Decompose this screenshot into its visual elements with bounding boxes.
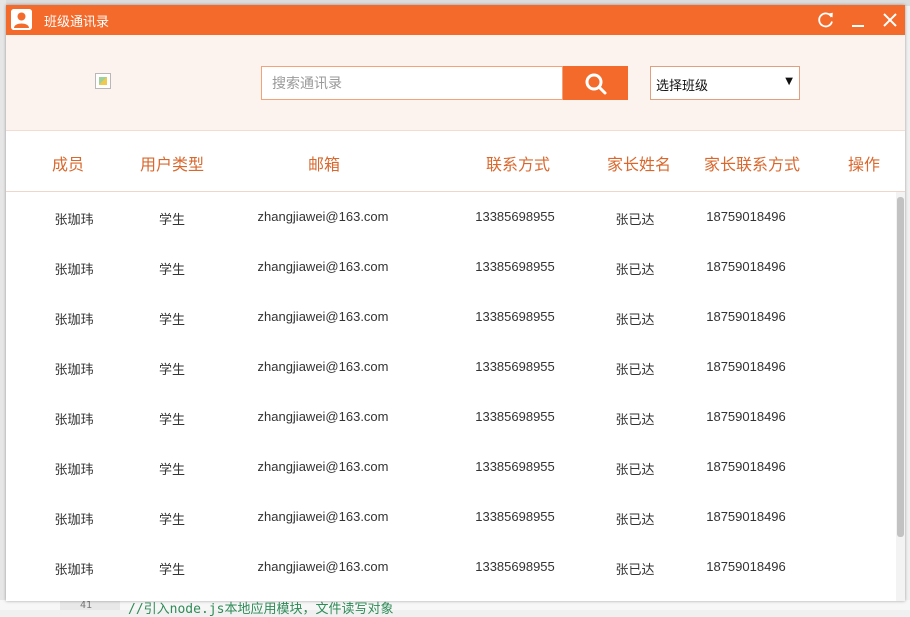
cell-email: zhangjiawei@163.com [257,409,389,424]
cell-contact: 13385698955 [475,559,555,574]
search-button[interactable] [563,66,628,100]
address-book-window: 班级通讯录 选择班级 ▼ [6,5,905,601]
cell-user-type: 学生 [158,312,186,327]
cell-contact: 13385698955 [475,209,555,224]
search-icon [585,73,607,95]
cell-member: 张珈玮 [54,562,94,577]
cell-email: zhangjiawei@163.com [257,209,389,224]
cell-user-type: 学生 [158,512,186,527]
cell-email: zhangjiawei@163.com [257,509,389,524]
cell-email: zhangjiawei@163.com [257,559,389,574]
table-header: 成员 用户类型 邮箱 联系方式 家长姓名 家长联系方式 操作 [6,131,905,192]
cell-parent-name: 张已达 [615,512,655,527]
cell-parent-contact: 18759018496 [706,359,786,374]
column-user-type: 用户类型 [139,155,205,174]
table-row[interactable]: 张珈玮 学生 zhangjiawei@163.com 13385698955 张… [6,392,896,442]
table-body: 张珈玮 学生 zhangjiawei@163.com 13385698955 张… [6,192,896,601]
class-select[interactable]: 选择班级 ▼ [650,66,800,100]
cell-contact: 13385698955 [475,509,555,524]
cell-parent-name: 张已达 [615,212,655,227]
cell-user-type: 学生 [158,562,186,577]
cell-member: 张珈玮 [54,262,94,277]
table-row[interactable]: 张珈玮 学生 zhangjiawei@163.com 13385698955 张… [6,192,896,242]
column-member: 成员 [51,155,85,174]
close-icon [883,13,897,27]
cell-email: zhangjiawei@163.com [257,309,389,324]
search-input[interactable] [261,66,563,100]
title-bar[interactable]: 班级通讯录 [6,5,905,35]
cell-parent-name: 张已达 [615,462,655,477]
minimize-icon [852,25,864,27]
cell-user-type: 学生 [158,412,186,427]
column-email: 邮箱 [307,155,341,174]
cell-contact: 13385698955 [475,259,555,274]
refresh-icon [818,12,833,28]
refresh-button[interactable] [815,9,837,31]
table-row[interactable]: 张珈玮 学生 zhangjiawei@163.com 13385698955 张… [6,442,896,492]
broken-image-icon [95,73,111,89]
cell-parent-name: 张已达 [615,562,655,577]
scrollbar-thumb[interactable] [897,197,904,537]
cell-user-type: 学生 [158,212,186,227]
table-row[interactable]: 张珈玮 学生 zhangjiawei@163.com 13385698955 张… [6,542,896,592]
table-row[interactable]: 张珈玮 学生 zhangjiawei@163.com 13385698955 张… [6,292,896,342]
cell-parent-contact: 18759018496 [706,409,786,424]
cell-parent-contact: 18759018496 [706,509,786,524]
cell-member: 张珈玮 [54,512,94,527]
window-title: 班级通讯录 [44,15,110,30]
cell-user-type: 学生 [158,462,186,477]
column-parent-contact: 家长联系方式 [703,155,801,174]
cell-email: zhangjiawei@163.com [257,359,389,374]
cell-parent-contact: 18759018496 [706,309,786,324]
cell-member: 张珈玮 [54,412,94,427]
cell-parent-contact: 18759018496 [706,259,786,274]
search-header: 选择班级 ▼ [6,35,905,131]
close-button[interactable] [879,9,901,31]
cell-contact: 13385698955 [475,459,555,474]
cell-member: 张珈玮 [54,312,94,327]
editor-line-number: 41 [80,600,93,611]
vertical-scrollbar[interactable] [896,192,905,601]
column-actions: 操作 [847,155,881,174]
cell-parent-name: 张已达 [615,412,655,427]
cell-parent-name: 张已达 [615,312,655,327]
cell-member: 张珈玮 [54,362,94,377]
column-contact: 联系方式 [485,155,551,174]
cell-parent-contact: 18759018496 [706,559,786,574]
cell-user-type: 学生 [158,362,186,377]
cell-parent-name: 张已达 [615,262,655,277]
cell-member: 张珈玮 [54,212,94,227]
cell-parent-contact: 18759018496 [706,209,786,224]
column-parent-name: 家长姓名 [606,155,672,174]
table-row[interactable]: 张珈玮 学生 zhangjiawei@163.com 13385698955 张… [6,492,896,542]
chevron-down-icon: ▼ [785,76,793,87]
minimize-button[interactable] [847,9,869,31]
user-icon [11,9,32,30]
cell-email: zhangjiawei@163.com [257,459,389,474]
cell-parent-contact: 18759018496 [706,459,786,474]
cell-user-type: 学生 [158,262,186,277]
cell-contact: 13385698955 [475,359,555,374]
cell-member: 张珈玮 [54,462,94,477]
cell-email: zhangjiawei@163.com [257,259,389,274]
cell-contact: 13385698955 [475,409,555,424]
cell-contact: 13385698955 [475,309,555,324]
table-row[interactable]: 张珈玮 学生 zhangjiawei@163.com 13385698955 张… [6,342,896,392]
class-select-value: 选择班级 [656,78,709,93]
table-row[interactable]: 张珈玮 学生 zhangjiawei@163.com 13385698955 张… [6,242,896,292]
cell-parent-name: 张已达 [615,362,655,377]
